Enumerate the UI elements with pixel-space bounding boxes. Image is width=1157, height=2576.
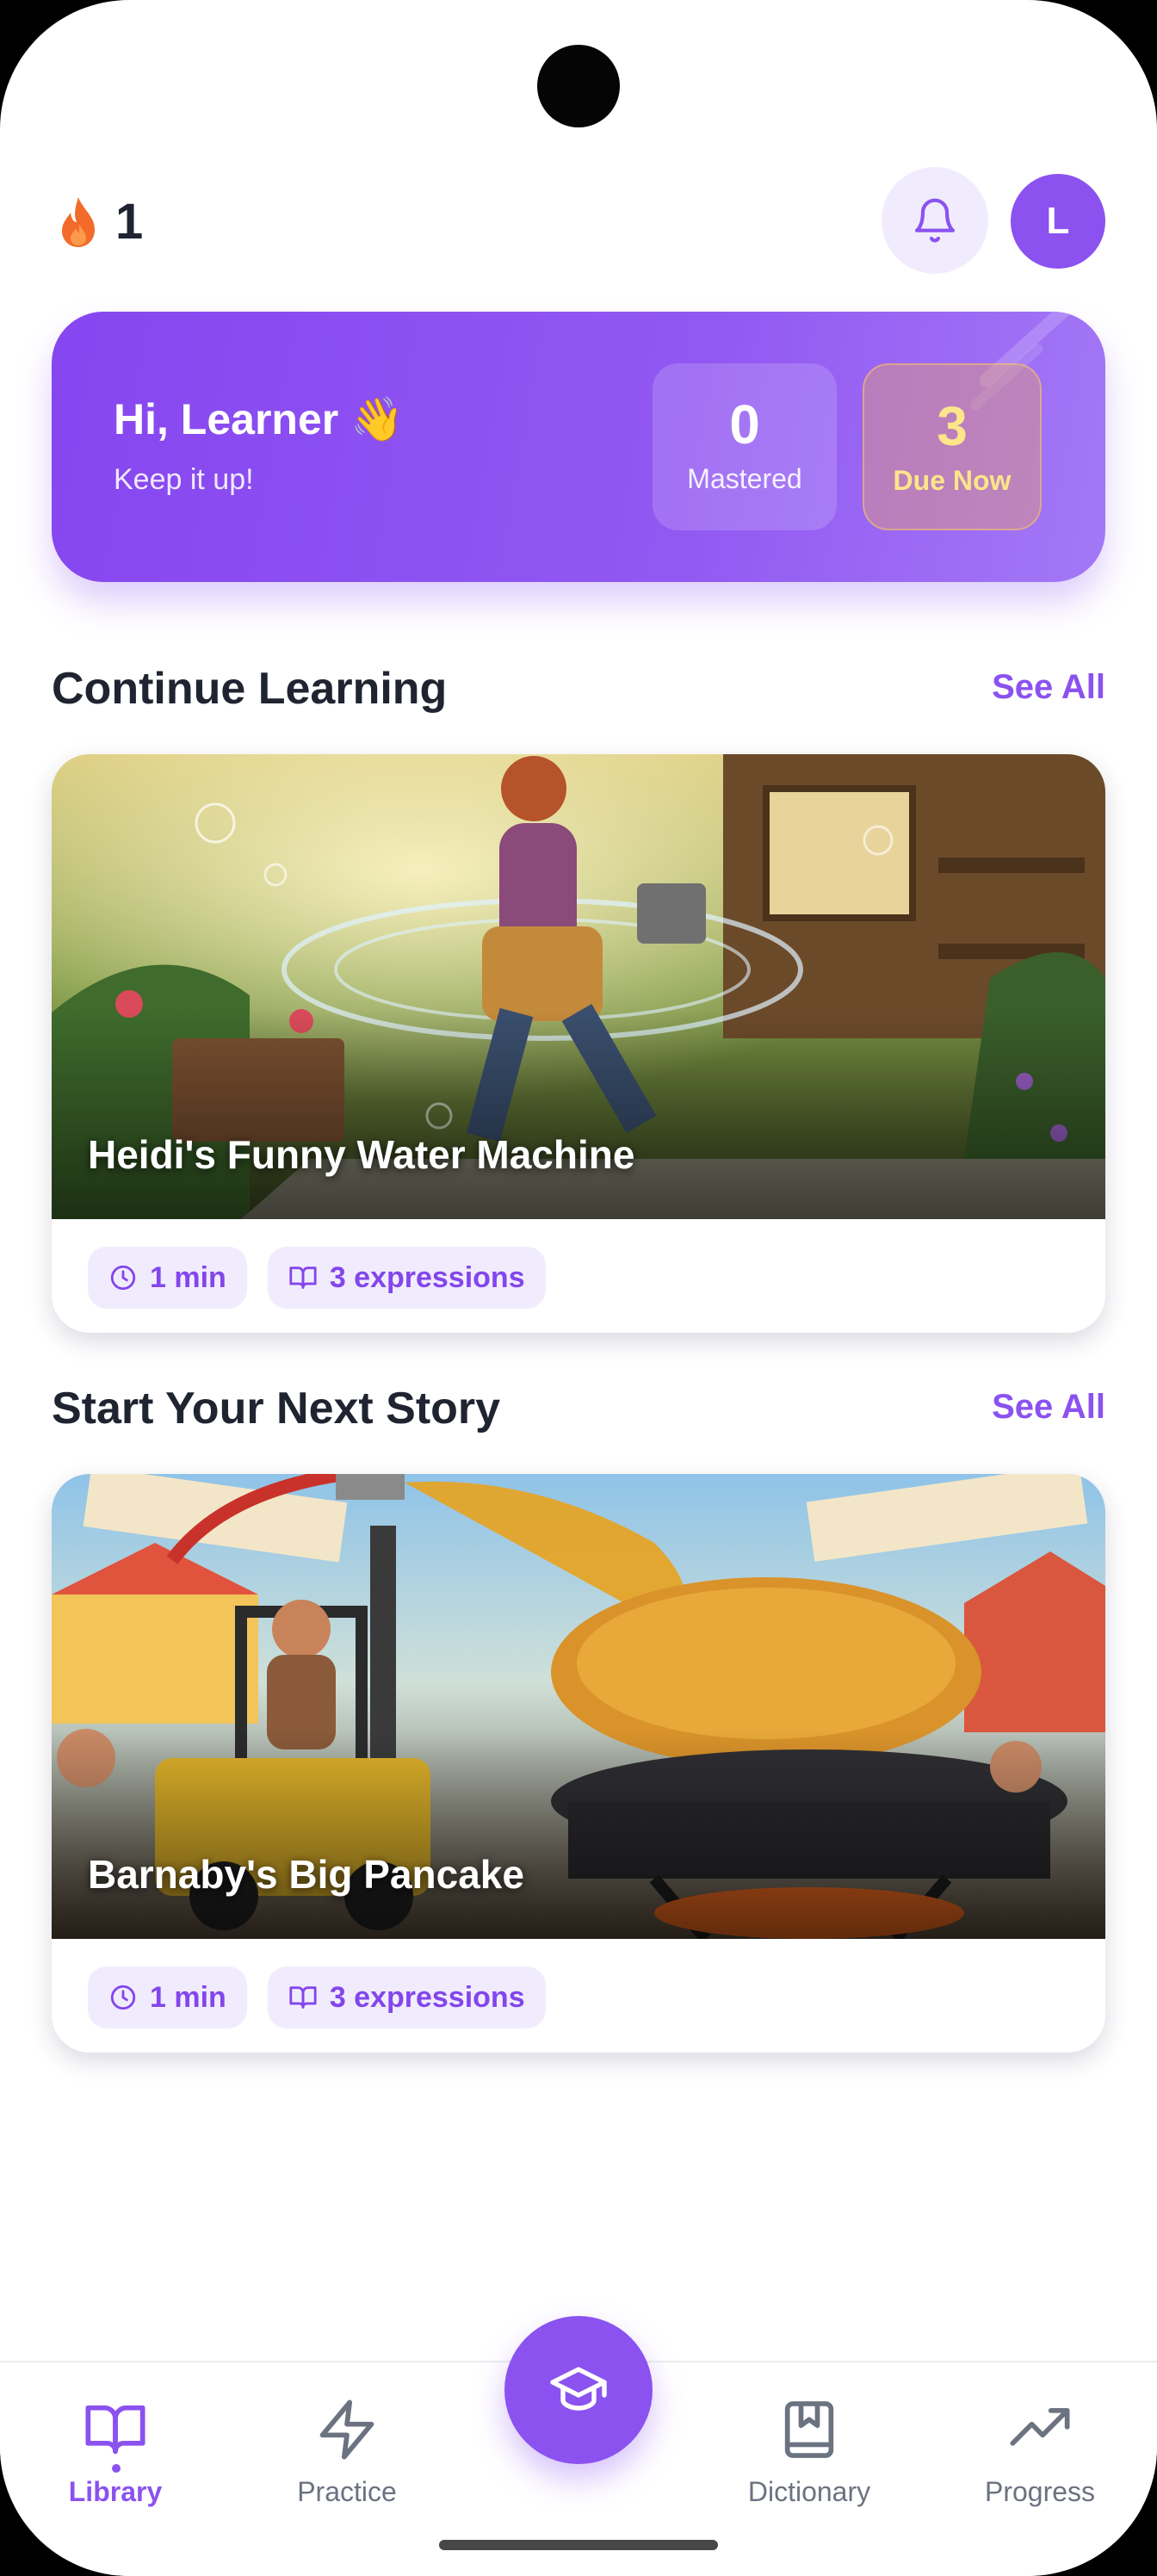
due-label: Due Now: [893, 465, 1012, 496]
active-indicator-dot: [112, 2464, 121, 2473]
book-open-icon: [289, 1986, 317, 2009]
mastered-label: Mastered: [687, 463, 802, 494]
book-open-icon: [289, 1266, 317, 1289]
see-all-link[interactable]: See All: [992, 668, 1105, 707]
camera-cutout: [537, 45, 620, 127]
mastered-count: 0: [729, 393, 760, 455]
streak-count: 1: [115, 194, 144, 250]
story-card[interactable]: Heidi's Funny Water Machine 1 min 3 expr…: [52, 754, 1105, 1333]
bell-icon: [914, 198, 956, 243]
duration-chip: 1 min: [88, 1247, 247, 1309]
section-title: Start Your Next Story: [52, 1384, 501, 1434]
due-count: 3: [937, 395, 968, 457]
mastered-stat[interactable]: 0 Mastered: [653, 363, 837, 530]
see-all-link[interactable]: See All: [992, 1388, 1105, 1427]
greeting-subtitle: Keep it up!: [114, 463, 254, 496]
trending-up-icon: [1010, 2407, 1070, 2446]
story-card[interactable]: Barnaby's Big Pancake 1 min 3 expression…: [52, 1474, 1105, 2053]
bookmark-book-icon: [784, 2401, 834, 2458]
expressions-chip: 3 expressions: [267, 1966, 546, 2028]
expressions-text: 3 expressions: [329, 1980, 525, 2014]
story-title: Heidi's Funny Water Machine: [88, 1132, 635, 1177]
avatar[interactable]: L: [1011, 174, 1105, 269]
expressions-chip: 3 expressions: [267, 1247, 546, 1309]
greeting-text: Hi, Learner 👋: [114, 395, 405, 443]
story-title: Barnaby's Big Pancake: [88, 1852, 524, 1897]
due-now-stat[interactable]: 3 Due Now: [863, 363, 1042, 530]
story-meta: 1 min 3 expressions: [88, 1966, 546, 2028]
nav-label: Dictionary: [747, 2476, 871, 2507]
nav-progress[interactable]: Progress: [954, 2397, 1126, 2508]
expressions-text: 3 expressions: [329, 1260, 525, 1294]
phone-screen: 1 L Hi, Learner 👋 Keep it up! 0 Mastered…: [0, 0, 1157, 2576]
nav-dictionary[interactable]: Dictionary: [723, 2397, 895, 2508]
nav-label: Library: [68, 2476, 163, 2507]
top-bar: 1 L: [52, 167, 1105, 274]
nav-label: Progress: [984, 2476, 1096, 2507]
duration-text: 1 min: [150, 1260, 226, 1294]
home-indicator[interactable]: [439, 2540, 718, 2550]
clock-icon: [110, 1985, 136, 2010]
clock-icon: [110, 1265, 136, 1291]
nav-library[interactable]: Library: [29, 2397, 201, 2508]
greeting-card: Hi, Learner 👋 Keep it up! 0 Mastered 3 D…: [52, 312, 1105, 582]
nav-label: Practice: [297, 2476, 397, 2507]
flame-icon: [62, 196, 95, 247]
nav-practice[interactable]: Practice: [261, 2397, 433, 2508]
book-open-icon: [85, 2405, 145, 2455]
notifications-button[interactable]: [882, 167, 988, 274]
story-meta: 1 min 3 expressions: [88, 1247, 546, 1309]
duration-chip: 1 min: [88, 1966, 247, 2028]
learn-fab-button[interactable]: [504, 2316, 653, 2464]
graduation-cap-icon: [550, 2367, 607, 2411]
section-title: Continue Learning: [52, 664, 448, 714]
streak-indicator[interactable]: 1: [57, 193, 143, 251]
duration-text: 1 min: [150, 1980, 226, 2014]
lightning-icon: [319, 2400, 374, 2460]
next-story-header: Start Your Next Story See All: [52, 1383, 1105, 1443]
continue-learning-header: Continue Learning See All: [52, 663, 1105, 723]
